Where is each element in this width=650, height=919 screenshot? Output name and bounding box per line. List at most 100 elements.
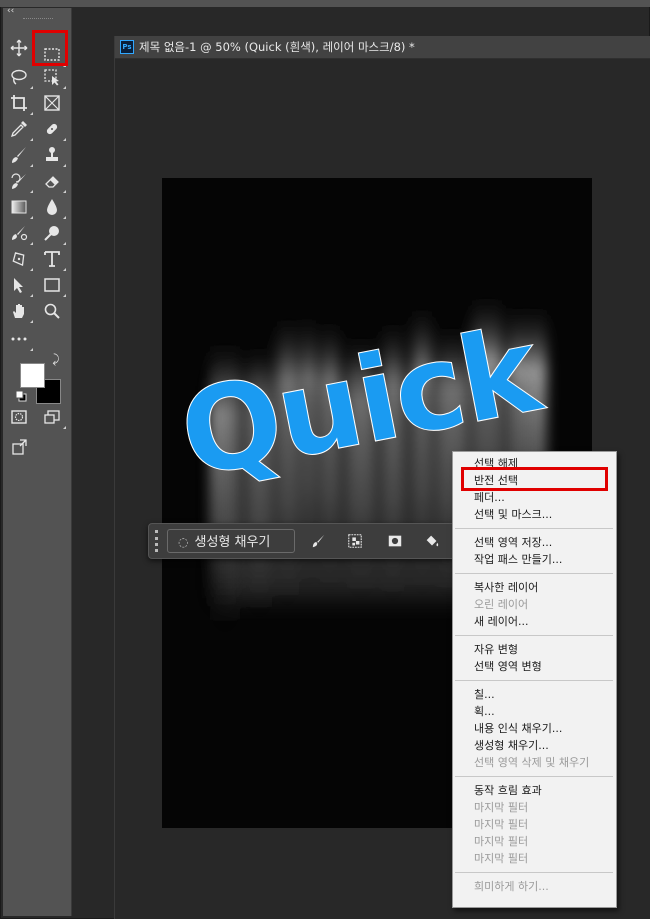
brush-glyph <box>12 147 26 163</box>
submenu-indicator <box>30 242 33 245</box>
frame-icon[interactable] <box>41 92 63 114</box>
screen-mode-glyph <box>44 410 60 424</box>
move-icon[interactable] <box>8 37 30 59</box>
pen-icon[interactable] <box>8 248 33 271</box>
menu-item-fade[interactable]: 희미하게 하기... <box>474 878 549 895</box>
path-selection-icon[interactable] <box>8 274 33 297</box>
highlight-select-inverse <box>461 467 608 491</box>
submenu-indicator <box>30 190 33 193</box>
menu-item-generative-fill[interactable]: 생성형 채우기... <box>474 737 549 754</box>
default-colors-glyph <box>15 390 27 402</box>
gradient-glyph <box>11 200 27 214</box>
menu-item-feather[interactable]: 페더... <box>474 489 505 506</box>
edit-toolbar-icon[interactable] <box>8 436 30 458</box>
hand-glyph <box>13 304 24 318</box>
object-selection-glyph <box>44 69 59 86</box>
submenu-indicator <box>63 294 66 297</box>
lasso-icon[interactable] <box>8 66 33 89</box>
foreground-color-swatch[interactable] <box>20 363 45 388</box>
type-glyph <box>44 251 60 267</box>
menu-item-delete-and-fill-selection[interactable]: 선택 영역 삭제 및 채우기 <box>474 754 589 771</box>
top-bar <box>0 0 650 7</box>
submenu-indicator <box>30 268 33 271</box>
rectangle-glyph <box>44 278 60 292</box>
submenu-indicator <box>30 294 33 297</box>
menu-item-save-selection[interactable]: 선택 영역 저장... <box>474 534 552 551</box>
dodge-icon[interactable] <box>8 222 33 245</box>
submenu-indicator <box>30 348 33 351</box>
collapse-panel-button[interactable]: ‹‹ <box>7 6 14 16</box>
menu-item-last-filter[interactable]: 마지막 필터 <box>474 850 528 867</box>
create-mask-icon[interactable] <box>385 531 405 551</box>
menu-item-fill[interactable]: 칠... <box>474 686 495 703</box>
submenu-indicator <box>30 164 33 167</box>
generative-fill-button[interactable]: ◌ 생성형 채우기 <box>167 529 295 553</box>
menu-item-last-filter[interactable]: 마지막 필터 <box>474 816 528 833</box>
generative-fill-icon: ◌ <box>178 535 189 549</box>
menu-item-last-filter[interactable]: 마지막 필터 <box>474 833 528 850</box>
eyedropper-icon[interactable] <box>8 118 33 141</box>
menu-item-select-and-mask[interactable]: 선택 및 마스크... <box>474 506 552 523</box>
menu-separator <box>455 872 613 873</box>
pen-glyph <box>12 252 25 267</box>
document-title: 제목 없음-1 @ 50% (Quick (흰색), 레이어 마스크/8) * <box>139 40 415 54</box>
eyedropper-glyph <box>10 121 27 138</box>
menu-item-motion-blur[interactable]: 동작 흐림 효과 <box>474 782 542 799</box>
rectangle-icon[interactable] <box>41 274 66 297</box>
type-icon[interactable] <box>41 248 66 271</box>
menu-item-layer-via-copy[interactable]: 복사한 레이어 <box>474 579 538 596</box>
photoshop-doc-icon: Ps <box>120 40 134 54</box>
menu-item-transform-selection[interactable]: 선택 영역 변형 <box>474 658 542 675</box>
eraser-icon[interactable] <box>41 170 66 193</box>
healing-glyph <box>46 123 58 135</box>
panel-grip[interactable] <box>23 18 53 21</box>
paint-bucket-glyph <box>426 535 439 547</box>
blur-icon[interactable] <box>41 196 66 219</box>
modify-selection-icon[interactable] <box>309 531 329 551</box>
ellipsis-glyph <box>11 337 27 341</box>
brush-icon[interactable] <box>8 144 33 167</box>
menu-separator <box>455 635 613 636</box>
gradient-icon[interactable] <box>8 196 33 219</box>
menu-item-free-transform[interactable]: 자유 변형 <box>474 641 518 658</box>
submenu-indicator <box>30 112 33 115</box>
crop-glyph <box>11 95 27 111</box>
menu-item-layer-via-cut[interactable]: 오린 레이어 <box>474 596 528 613</box>
spot-healing-icon[interactable] <box>41 118 66 141</box>
submenu-indicator <box>63 426 66 429</box>
history-brush-glyph <box>11 173 26 189</box>
dodge-glyph <box>44 226 59 241</box>
menu-item-make-work-path[interactable]: 작업 패스 만들기... <box>474 551 562 568</box>
crop-icon[interactable] <box>8 92 33 115</box>
default-colors-icon[interactable] <box>15 386 27 402</box>
quick-mask-glyph <box>11 410 27 424</box>
swap-colors-icon[interactable]: ⤸ <box>49 352 63 366</box>
tools-panel: ‹‹ ⤸ <box>3 6 72 916</box>
menu-item-content-aware-fill[interactable]: 내용 인식 채우기... <box>474 720 562 737</box>
quick-mask-icon[interactable] <box>8 406 30 428</box>
taskbar-drag-handle[interactable] <box>155 530 161 552</box>
zoom-sponge-icon[interactable] <box>41 222 66 245</box>
menu-separator <box>455 776 613 777</box>
menu-separator <box>455 573 613 574</box>
mixer-brush-glyph <box>12 226 28 241</box>
zoom-glyph <box>44 303 60 319</box>
document-tab[interactable]: Ps 제목 없음-1 @ 50% (Quick (흰색), 레이어 마스크/8)… <box>115 36 650 59</box>
history-brush-icon[interactable] <box>8 170 33 193</box>
selection-mask-icon[interactable] <box>345 531 365 551</box>
clone-stamp-icon[interactable] <box>41 144 66 167</box>
submenu-indicator <box>30 216 33 219</box>
menu-item-stroke[interactable]: 획... <box>474 703 495 720</box>
object-selection-icon[interactable] <box>41 66 66 89</box>
path-selection-glyph <box>14 278 23 293</box>
screen-mode-icon[interactable] <box>41 406 66 429</box>
hand-icon[interactable] <box>8 300 33 323</box>
menu-item-last-filter[interactable]: 마지막 필터 <box>474 799 528 816</box>
submenu-indicator <box>30 320 33 323</box>
fill-selection-icon[interactable] <box>422 531 442 551</box>
frame-glyph <box>44 95 60 111</box>
zoom-icon[interactable] <box>41 300 63 322</box>
contextual-task-bar: ◌ 생성형 채우기 <box>148 523 456 559</box>
more-tools-icon[interactable] <box>8 328 33 351</box>
menu-item-new-layer[interactable]: 새 레이어... <box>474 613 528 630</box>
